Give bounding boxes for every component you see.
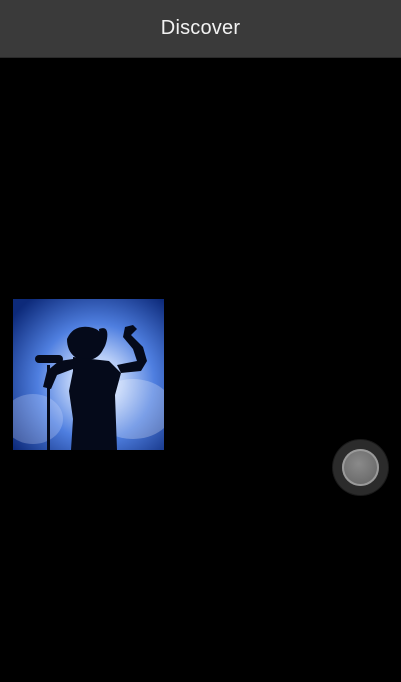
discover-content (0, 58, 401, 682)
media-thumbnail[interactable] (13, 299, 164, 450)
app-bar: Discover (0, 0, 401, 58)
record-button[interactable] (333, 440, 388, 495)
page-title: Discover (160, 17, 241, 39)
record-circle-icon (342, 449, 379, 486)
discover-screen: Discover (0, 0, 401, 682)
singer-silhouette-photo (13, 299, 164, 450)
